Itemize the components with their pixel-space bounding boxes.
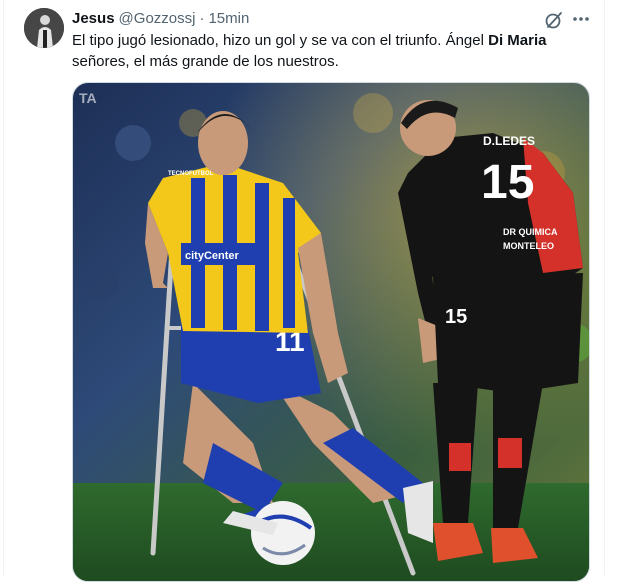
author-handle[interactable]: @Gozzossj (119, 9, 196, 29)
player-left-sponsor: cityCenter (185, 250, 240, 262)
tweet-text: El tipo jugó lesionado, hizo un gol y se… (72, 30, 597, 72)
tweet-text-part1: El tipo jugó lesionado, hizo un gol y se… (72, 32, 489, 49)
photo-watermark: TA (79, 90, 97, 106)
timestamp[interactable]: 15min (208, 9, 249, 29)
author-name[interactable]: Jesus (72, 9, 115, 29)
tweet-photo[interactable]: TA 11 cityCenter TECNOFUTBOL 15 D.LEDES … (72, 82, 590, 582)
player-right-sponsor-2: MONTELEO (503, 241, 554, 251)
timeline-border-left (3, 0, 4, 575)
tweet-text-bold[interactable]: Di Maria (488, 32, 546, 49)
shorts-number: 15 (445, 306, 467, 328)
tweet-header: Jesus @Gozzossj · 15min (72, 9, 249, 29)
more-icon[interactable] (571, 9, 591, 29)
player-right-number: 15 (481, 156, 534, 209)
separator-dot: · (199, 10, 205, 27)
avatar[interactable] (24, 8, 64, 48)
grok-icon[interactable] (543, 9, 565, 31)
timeline-border-right (604, 0, 605, 575)
player-right-sponsor-1: DR QUIMICA (503, 227, 558, 237)
player-right-name: D.LEDES (483, 134, 535, 148)
tweet-text-part2: señores, el más grande de los nuestros. (72, 53, 339, 70)
player-left-brand: TECNOFUTBOL (168, 171, 214, 177)
